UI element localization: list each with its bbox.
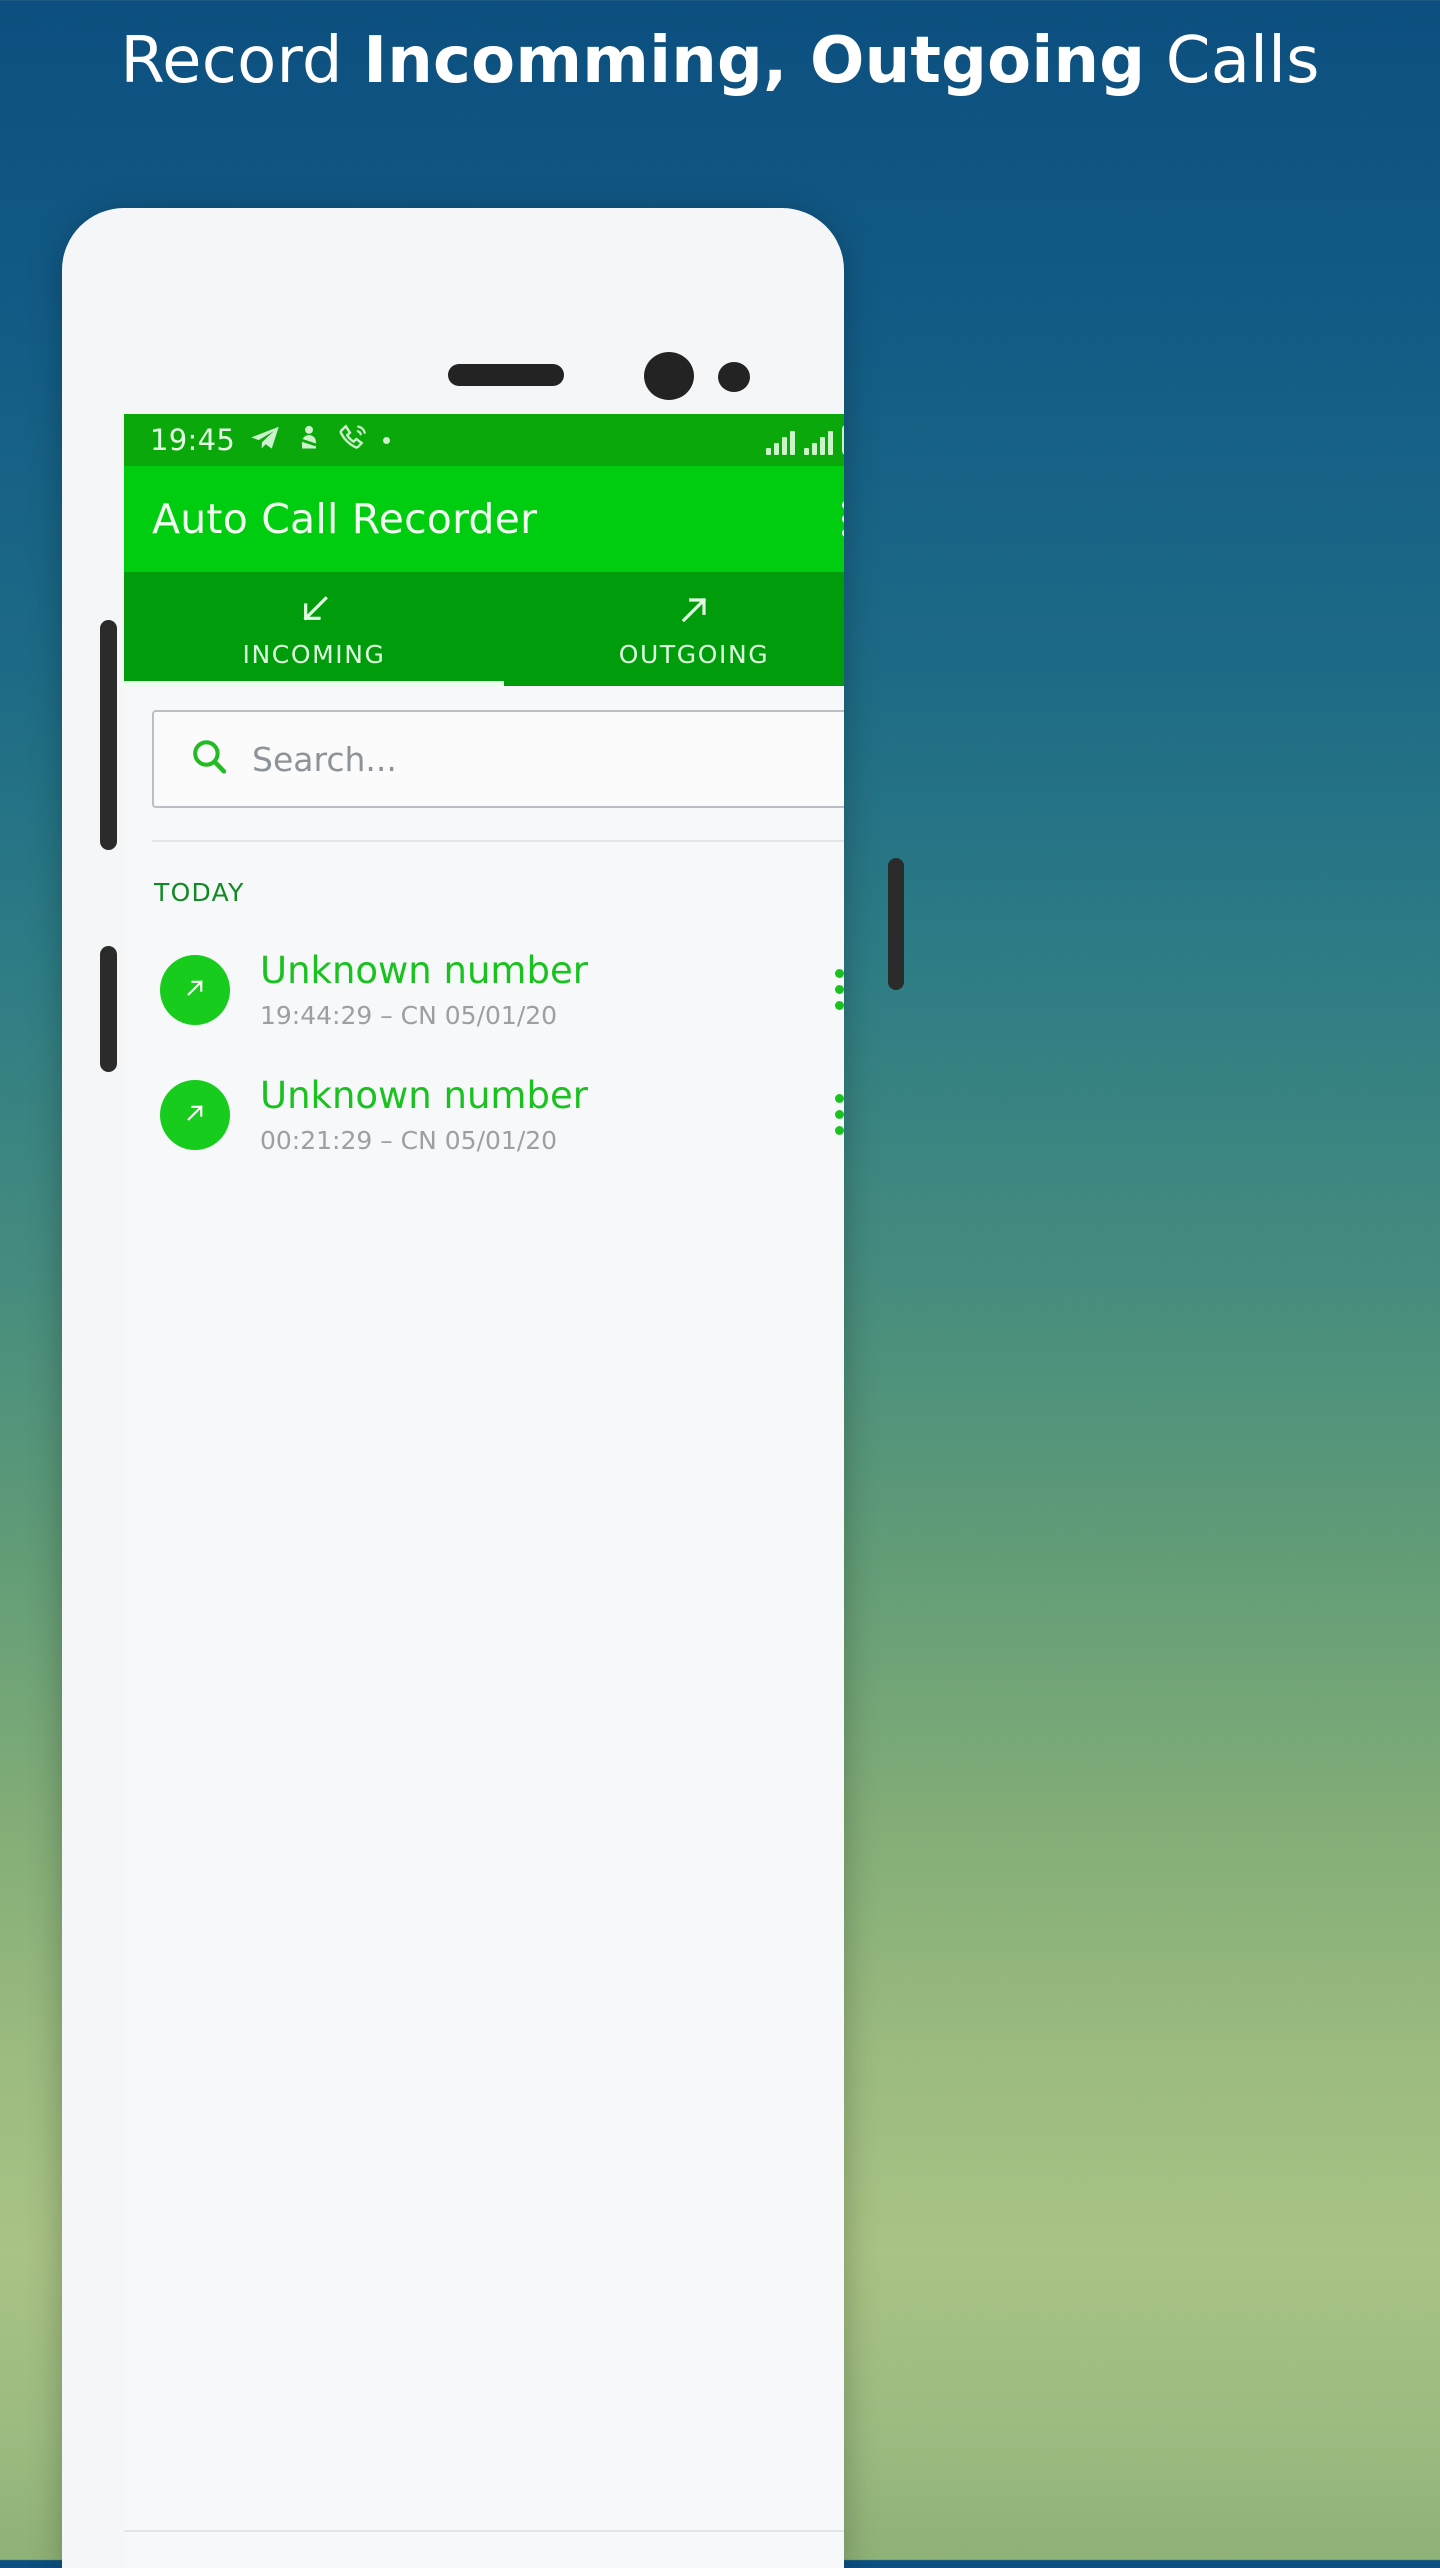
call-details: Unknown number 19:44:29 – CN 05/01/20 bbox=[260, 949, 791, 1030]
phone-mockup: 19:45 Auto Call Recorder INCOMING OUTGOI… bbox=[62, 208, 904, 2568]
screen-content: Search... TODAY Unknown number 19:44:29 … bbox=[124, 686, 844, 2568]
front-camera-icon bbox=[644, 352, 694, 400]
signal-bars-icon-sim2 bbox=[804, 431, 833, 455]
person-icon bbox=[295, 422, 323, 458]
promo-headline: Record Incomming, Outgoing Calls bbox=[0, 26, 1440, 96]
tab-outgoing[interactable]: OUTGOING bbox=[504, 572, 844, 686]
status-bar: 19:45 bbox=[124, 414, 844, 466]
dot-icon bbox=[383, 436, 391, 444]
arrow-up-right-icon bbox=[180, 1098, 210, 1132]
search-input[interactable]: Search... bbox=[152, 710, 844, 808]
headline-bold: Incomming, Outgoing bbox=[363, 24, 1146, 98]
search-container: Search... bbox=[124, 686, 844, 808]
secondary-camera-icon bbox=[718, 362, 750, 392]
telegram-icon bbox=[248, 423, 282, 457]
volume-up-button[interactable] bbox=[100, 620, 117, 850]
headline-suffix: Calls bbox=[1145, 24, 1320, 98]
headline-prefix: Record bbox=[120, 24, 364, 98]
call-details: Unknown number 00:21:29 – CN 05/01/20 bbox=[260, 1074, 791, 1155]
call-timestamp: 00:21:29 – CN 05/01/20 bbox=[260, 1126, 558, 1155]
tab-bar: INCOMING OUTGOING bbox=[124, 572, 844, 686]
phone-body: 19:45 Auto Call Recorder INCOMING OUTGOI… bbox=[62, 208, 844, 2568]
tab-incoming-label: INCOMING bbox=[242, 639, 386, 669]
signal-bars-icon-sim1 bbox=[766, 431, 795, 455]
app-title: Auto Call Recorder bbox=[152, 495, 538, 543]
earpiece-speaker-icon bbox=[448, 364, 564, 386]
table-row[interactable]: Unknown number 19:44:29 – CN 05/01/20 bbox=[124, 927, 844, 1052]
bottom-divider bbox=[124, 2530, 844, 2532]
call-name: Unknown number bbox=[260, 949, 588, 992]
app-bar: Auto Call Recorder bbox=[124, 466, 844, 572]
call-timestamp: 19:44:29 – CN 05/01/20 bbox=[260, 1001, 558, 1030]
table-row[interactable]: Unknown number 00:21:29 – CN 05/01/20 bbox=[124, 1052, 844, 1177]
avatar bbox=[160, 954, 230, 1025]
arrow-up-right-icon bbox=[674, 590, 714, 630]
avatar bbox=[160, 1079, 230, 1150]
battery-icon bbox=[842, 425, 844, 455]
power-button[interactable] bbox=[888, 858, 904, 990]
tab-incoming[interactable]: INCOMING bbox=[124, 572, 504, 686]
tab-outgoing-label: OUTGOING bbox=[618, 639, 770, 669]
volume-down-button[interactable] bbox=[100, 946, 117, 1072]
call-name: Unknown number bbox=[260, 1074, 588, 1117]
arrow-down-left-icon bbox=[294, 590, 334, 630]
tab-selected-indicator bbox=[124, 681, 504, 686]
search-icon bbox=[188, 736, 230, 782]
row-overflow-menu-icon[interactable] bbox=[821, 1084, 844, 1145]
arrow-up-right-icon bbox=[180, 973, 210, 1007]
call-ringing-icon bbox=[336, 422, 370, 458]
phone-screen: 19:45 Auto Call Recorder INCOMING OUTGOI… bbox=[124, 414, 844, 2568]
row-overflow-menu-icon[interactable] bbox=[821, 959, 844, 1020]
call-list: Unknown number 19:44:29 – CN 05/01/20 Un… bbox=[124, 907, 844, 1177]
status-bar-clock: 19:45 bbox=[150, 423, 236, 457]
section-header-today: TODAY bbox=[154, 878, 245, 907]
search-placeholder: Search... bbox=[252, 739, 397, 779]
overflow-menu-icon[interactable] bbox=[834, 493, 844, 545]
